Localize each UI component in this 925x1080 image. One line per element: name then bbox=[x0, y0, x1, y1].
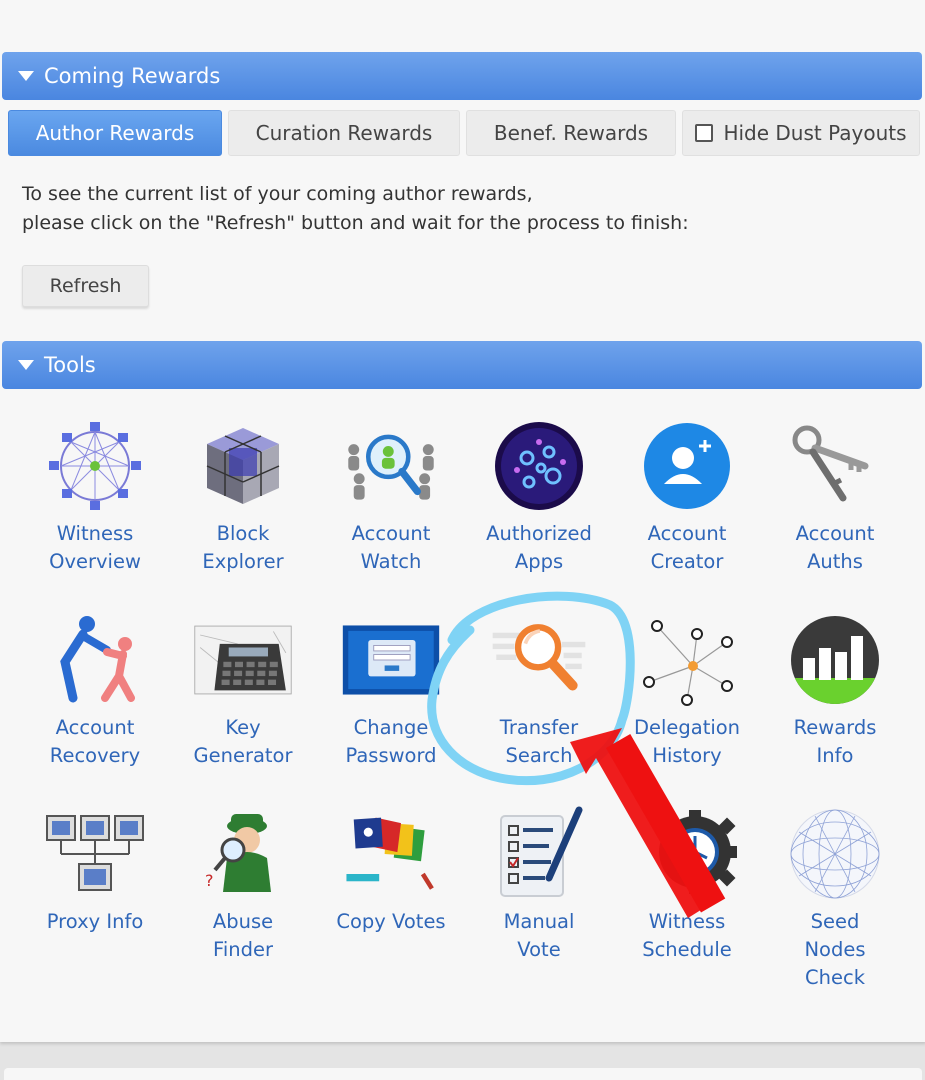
magnifying-glass-icon bbox=[489, 612, 589, 708]
tool-rewards-info[interactable]: Rewards Info bbox=[761, 612, 909, 770]
tool-manual-vote[interactable]: Manual Vote bbox=[465, 806, 613, 964]
tool-account-creator[interactable]: Account Creator bbox=[613, 418, 761, 576]
tool-label: Block Explorer bbox=[202, 522, 284, 573]
delegation-network-icon bbox=[637, 612, 737, 708]
login-screen-icon bbox=[341, 612, 441, 708]
helping-figures-icon bbox=[45, 612, 145, 708]
description-line: please click on the "Refresh" button and… bbox=[22, 212, 689, 234]
monitors-network-icon bbox=[45, 806, 145, 902]
tool-label: Rewards Info bbox=[793, 716, 877, 767]
tool-label: Transfer Search bbox=[499, 716, 579, 767]
tool-key-generator[interactable]: Key Generator bbox=[169, 612, 317, 770]
keys-icon bbox=[785, 418, 885, 514]
magnifier-people-icon bbox=[341, 418, 441, 514]
tool-account-auths[interactable]: Account Auths bbox=[761, 418, 909, 576]
tool-label: Witness Overview bbox=[49, 522, 141, 573]
tool-witness-schedule[interactable]: Witness Schedule bbox=[613, 806, 761, 964]
tab-label: Curation Rewards bbox=[255, 121, 433, 145]
coming-rewards-title: Coming Rewards bbox=[44, 64, 221, 88]
description-line: To see the current list of your coming a… bbox=[22, 183, 533, 205]
calculator-icon bbox=[193, 612, 293, 708]
tab-curation-rewards[interactable]: Curation Rewards bbox=[228, 110, 460, 156]
tool-label: Abuse Finder bbox=[212, 910, 274, 961]
tool-witness-overview[interactable]: Witness Overview bbox=[21, 418, 169, 576]
rewards-description: To see the current list of your coming a… bbox=[22, 180, 689, 238]
tool-copy-votes[interactable]: Copy Votes bbox=[317, 806, 465, 936]
tool-label: Copy Votes bbox=[336, 910, 446, 933]
hide-dust-toggle[interactable]: Hide Dust Payouts bbox=[682, 110, 920, 156]
svg-text:?: ? bbox=[205, 871, 214, 890]
tool-delegation-history[interactable]: Delegation History bbox=[613, 612, 761, 770]
tool-label: Change Password bbox=[345, 716, 437, 767]
tool-label: Proxy Info bbox=[46, 910, 144, 933]
tool-label: Authorized Apps bbox=[486, 522, 592, 573]
coming-rewards-header[interactable]: Coming Rewards bbox=[2, 52, 922, 100]
refresh-label: Refresh bbox=[49, 275, 122, 297]
tab-label: Benef. Rewards bbox=[493, 121, 649, 145]
tab-author-rewards[interactable]: Author Rewards bbox=[8, 110, 222, 156]
tool-account-recovery[interactable]: Account Recovery bbox=[21, 612, 169, 770]
flags-icon bbox=[341, 806, 441, 902]
tool-seed-nodes-check[interactable]: Seed Nodes Check bbox=[761, 806, 909, 992]
sphere-apps-icon bbox=[489, 418, 589, 514]
hide-dust-checkbox[interactable] bbox=[695, 124, 714, 142]
cube-blocks-icon bbox=[193, 418, 293, 514]
tools-header[interactable]: Tools bbox=[2, 341, 922, 389]
rewards-tabs: Author Rewards Curation Rewards Benef. R… bbox=[8, 110, 920, 156]
tool-account-watch[interactable]: Account Watch bbox=[317, 418, 465, 576]
gear-clock-icon bbox=[637, 806, 737, 902]
tool-label: Seed Nodes Check bbox=[804, 910, 866, 989]
collapse-caret-icon bbox=[18, 360, 34, 370]
tool-label: Account Auths bbox=[795, 522, 875, 573]
refresh-button[interactable]: Refresh bbox=[22, 265, 149, 307]
tool-label: Account Creator bbox=[647, 522, 727, 573]
detective-icon: ? bbox=[193, 806, 293, 902]
tool-block-explorer[interactable]: Block Explorer bbox=[169, 418, 317, 576]
tool-label: Delegation History bbox=[633, 716, 741, 767]
tool-transfer-search[interactable]: Transfer Search bbox=[465, 612, 613, 770]
hide-dust-label: Hide Dust Payouts bbox=[723, 121, 907, 145]
tool-abuse-finder[interactable]: ? Abuse Finder bbox=[169, 806, 317, 964]
tool-label: Account Recovery bbox=[49, 716, 141, 767]
tool-authorized-apps[interactable]: Authorized Apps bbox=[465, 418, 613, 576]
add-user-icon bbox=[637, 418, 737, 514]
witness-network-icon bbox=[45, 418, 145, 514]
collapse-caret-icon bbox=[18, 71, 34, 81]
bar-chart-icon bbox=[785, 612, 885, 708]
tab-label: Author Rewards bbox=[35, 121, 195, 145]
tool-label: Key Generator bbox=[193, 716, 293, 767]
tool-change-password[interactable]: Change Password bbox=[317, 612, 465, 770]
tool-label: Witness Schedule bbox=[642, 910, 732, 961]
tool-label: Manual Vote bbox=[503, 910, 575, 961]
globe-mesh-icon bbox=[785, 806, 885, 902]
tools-title: Tools bbox=[44, 353, 96, 377]
tool-proxy-info[interactable]: Proxy Info bbox=[21, 806, 169, 936]
tool-label: Account Watch bbox=[351, 522, 431, 573]
tab-benef-rewards[interactable]: Benef. Rewards bbox=[466, 110, 676, 156]
checklist-pen-icon bbox=[489, 806, 589, 902]
next-panel-edge bbox=[4, 1068, 922, 1080]
